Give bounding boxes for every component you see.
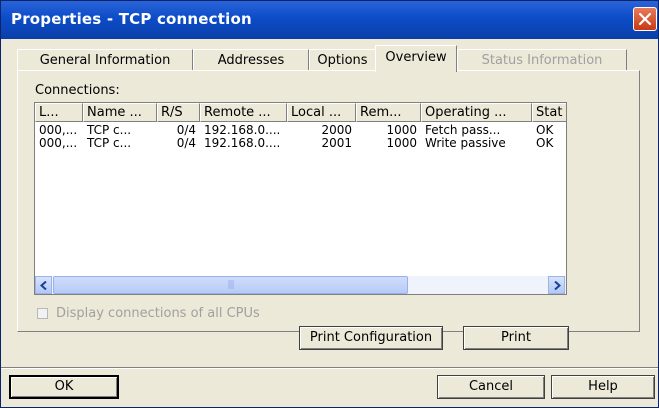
column-header[interactable]: Remote ...	[200, 103, 287, 122]
column-header[interactable]: Stat	[532, 103, 566, 122]
arrow-right-icon	[553, 280, 561, 290]
tab-addresses[interactable]: Addresses	[193, 49, 309, 71]
horizontal-scrollbar[interactable]: |||	[35, 276, 566, 294]
table-cell: 000,...	[39, 136, 78, 150]
help-button[interactable]: Help	[551, 375, 655, 399]
grip-icon: |||	[227, 280, 234, 290]
column-header[interactable]: Rem...	[356, 103, 421, 122]
table-cell: OK	[536, 136, 554, 150]
table-row[interactable]: 000,... TCP c... 0/4 192.168.0.... 2000 …	[35, 123, 566, 137]
close-button[interactable]	[633, 7, 657, 31]
column-header[interactable]: R/S	[157, 103, 200, 122]
scrollbar-thumb[interactable]: |||	[53, 276, 408, 294]
table-cell: 0/4	[176, 136, 196, 150]
table-cell: 1000	[386, 136, 417, 150]
column-header[interactable]: L...	[35, 103, 83, 122]
display-all-cpus-checkbox[interactable]	[37, 307, 48, 319]
table-cell: 2000	[321, 123, 352, 137]
scroll-right-button[interactable]	[548, 276, 565, 294]
arrow-left-icon	[39, 280, 47, 290]
column-header[interactable]: Name ...	[83, 103, 157, 122]
table-cell: TCP c...	[87, 136, 132, 150]
column-header[interactable]: Operating ...	[421, 103, 532, 122]
table-row[interactable]: 000,... TCP c... 0/4 192.168.0.... 2001 …	[35, 136, 566, 150]
table-cell: 192.168.0....	[204, 136, 281, 150]
tab-strip: General Information Addresses Options Ov…	[17, 45, 640, 72]
window-title: Properties - TCP connection	[11, 10, 252, 28]
title-bar[interactable]: Properties - TCP connection	[1, 1, 658, 39]
tab-overview[interactable]: Overview	[375, 45, 457, 72]
display-all-cpus-label: Display connections of all CPUs	[56, 305, 260, 321]
properties-dialog: Properties - TCP connection General Info…	[0, 0, 659, 408]
list-header: L... Name ... R/S Remote ... Local ... R…	[35, 103, 566, 122]
close-x-icon	[638, 12, 652, 26]
scroll-left-button[interactable]	[35, 276, 52, 294]
table-cell: 0/4	[176, 123, 196, 137]
table-cell: 192.168.0....	[204, 123, 281, 137]
display-all-cpus-option[interactable]: Display connections of all CPUs	[37, 305, 260, 321]
tab-general-information[interactable]: General Information	[17, 49, 193, 71]
table-cell: 000,...	[39, 123, 78, 137]
table-cell: OK	[536, 123, 554, 137]
tab-options[interactable]: Options	[309, 49, 376, 71]
cancel-button[interactable]: Cancel	[437, 375, 545, 399]
column-header[interactable]: Local ...	[287, 103, 356, 122]
table-cell: 2001	[321, 136, 352, 150]
table-cell: TCP c...	[87, 123, 132, 137]
table-cell: 1000	[386, 123, 417, 137]
print-configuration-button[interactable]: Print Configuration	[299, 326, 443, 350]
connections-label: Connections:	[35, 83, 120, 98]
connections-list[interactable]: L... Name ... R/S Remote ... Local ... R…	[34, 102, 567, 295]
divider	[1, 367, 658, 369]
table-cell: Fetch pass...	[425, 123, 501, 137]
table-cell: Write passive	[425, 136, 506, 150]
print-button[interactable]: Print	[463, 326, 569, 350]
tab-status-information[interactable]: Status Information	[457, 49, 627, 71]
ok-button[interactable]: OK	[9, 375, 119, 399]
